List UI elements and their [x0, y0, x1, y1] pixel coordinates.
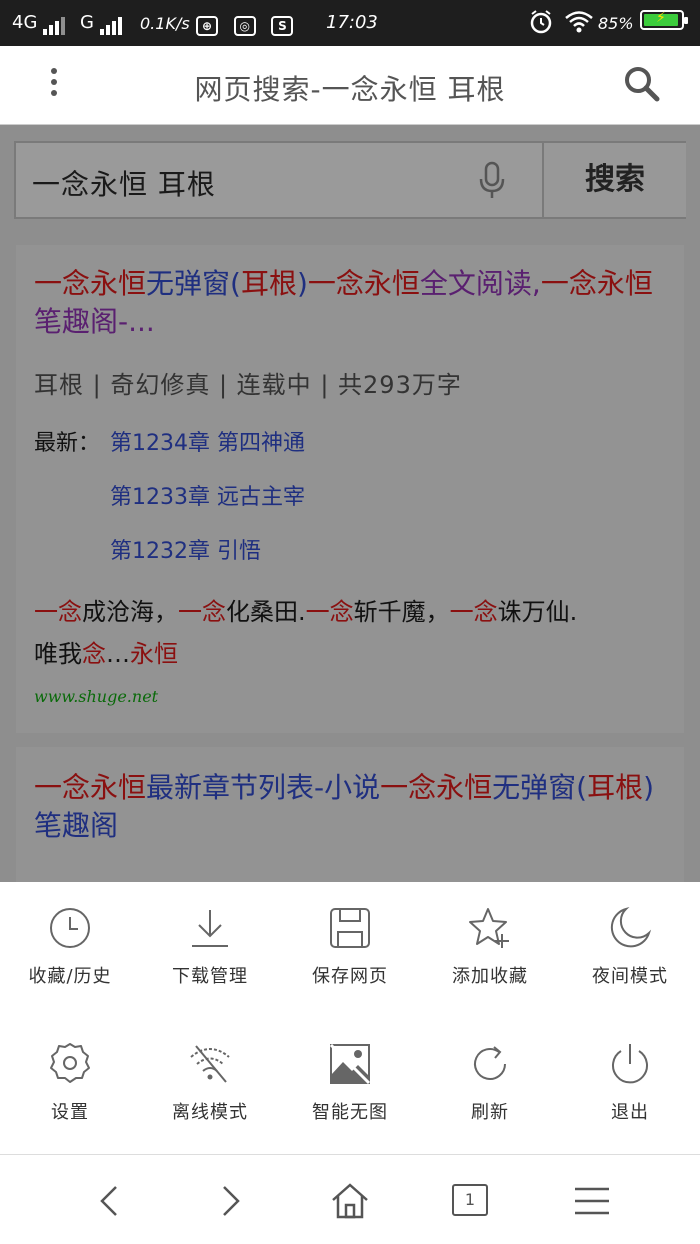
- result-title[interactable]: 一念永恒最新章节列表-小说一念永恒无弹窗(耳根)笔趣阁: [34, 769, 666, 845]
- wifi-off-icon: [190, 1045, 230, 1083]
- notification-icons: ⊕ ◎ S: [186, 10, 294, 36]
- result-description: 一念成沧海，一念化桑田.一念斩千魔，一念诛万仙. 唯我念…永恒: [34, 598, 578, 668]
- menu-smart-no-image[interactable]: 智能无图: [280, 1018, 420, 1148]
- refresh-icon: [474, 1046, 506, 1080]
- search-button[interactable]: 搜索: [542, 143, 686, 217]
- tab-count: 1: [452, 1184, 488, 1216]
- alarm-icon: [530, 10, 552, 39]
- power-icon: [612, 1044, 648, 1084]
- no-image-icon: [329, 1043, 371, 1085]
- signal-bars-icon-2: [99, 14, 124, 35]
- chapter-link[interactable]: 第1232章 引悟: [110, 533, 261, 565]
- signal-bars-icon: [43, 14, 67, 35]
- search-result-card[interactable]: 一念永恒最新章节列表-小说一念永恒无弹窗(耳根)笔趣阁: [16, 747, 684, 887]
- app-notification-icon: ⊕: [196, 16, 218, 36]
- moon-icon: [610, 908, 650, 948]
- signal-g: G: [80, 12, 124, 35]
- tabs-button[interactable]: 1: [452, 1181, 492, 1221]
- menu-downloads[interactable]: 下载管理: [140, 882, 280, 1012]
- download-icon: [192, 910, 228, 947]
- star-plus-icon: [469, 908, 509, 948]
- network-type-label-2: G: [80, 12, 94, 33]
- chapter-link[interactable]: 第1233章 远古主宰: [110, 479, 305, 511]
- menu-exit[interactable]: 退出: [560, 1018, 700, 1148]
- result-url: www.shuge.net: [34, 687, 159, 706]
- title-bar: 网页搜索-一念永恒 耳根: [0, 46, 700, 125]
- vivo-notification-icon: ◎: [233, 16, 256, 36]
- page-title: 网页搜索-一念永恒 耳根: [194, 73, 506, 106]
- gear-icon: [50, 1043, 90, 1083]
- search-input[interactable]: 一念永恒 耳根: [32, 163, 216, 203]
- browser-menu-panel: 收藏/历史 下载管理 保存网页 添加收藏 夜间模式 设置 离线模式 智能无图 刷…: [0, 882, 700, 1154]
- search-result-card[interactable]: 一念永恒无弹窗(耳根)一念永恒全文阅读,一念永恒笔趣阁-... 耳根 | 奇幻修…: [16, 245, 684, 733]
- forward-icon[interactable]: [210, 1181, 250, 1221]
- wifi-icon: [564, 10, 594, 39]
- menu-night-mode[interactable]: 夜间模式: [560, 882, 700, 1012]
- network-speed: 0.1K/s: [140, 14, 190, 33]
- search-box: 一念永恒 耳根 搜索: [14, 141, 686, 219]
- latest-label: 最新：: [34, 431, 101, 456]
- menu-save-page[interactable]: 保存网页: [280, 882, 420, 1012]
- menu-bookmarks-history[interactable]: 收藏/历史: [0, 882, 140, 1012]
- search-icon[interactable]: [622, 64, 662, 108]
- menu-offline-mode[interactable]: 离线模式: [140, 1018, 280, 1148]
- network-type-label: 4G: [12, 12, 38, 33]
- result-meta: 耳根 | 奇幻修真 | 连载中 | 共293万字: [34, 371, 462, 399]
- save-icon: [330, 908, 370, 948]
- result-title[interactable]: 一念永恒无弹窗(耳根)一念永恒全文阅读,一念永恒笔趣阁-...: [34, 265, 666, 341]
- battery-icon: ⚡: [634, 10, 688, 31]
- search-results-page: 一念永恒 耳根 搜索 一念永恒无弹窗(耳根)一念永恒全文阅读,一念永恒笔趣阁-.…: [0, 125, 700, 887]
- signal-4g: 4G: [12, 12, 67, 35]
- back-icon[interactable]: [90, 1181, 130, 1221]
- clock-icon: [50, 908, 90, 948]
- menu-settings[interactable]: 设置: [0, 1018, 140, 1148]
- chapter-link[interactable]: 第1234章 第四神通: [110, 425, 305, 457]
- microphone-icon[interactable]: [478, 161, 506, 205]
- battery-percent: 85%: [598, 14, 634, 33]
- hamburger-menu-icon[interactable]: [572, 1181, 612, 1221]
- clock: 17:03: [326, 12, 378, 33]
- menu-add-bookmark[interactable]: 添加收藏: [420, 882, 560, 1012]
- home-icon[interactable]: [330, 1181, 370, 1221]
- status-bar: 4G G 0.1K/s ⊕ ◎ S 17:03 85% ⚡: [0, 0, 700, 46]
- bottom-navigation-bar: 1: [0, 1154, 700, 1244]
- s-notification-icon: S: [271, 16, 294, 36]
- menu-refresh[interactable]: 刷新: [420, 1018, 560, 1148]
